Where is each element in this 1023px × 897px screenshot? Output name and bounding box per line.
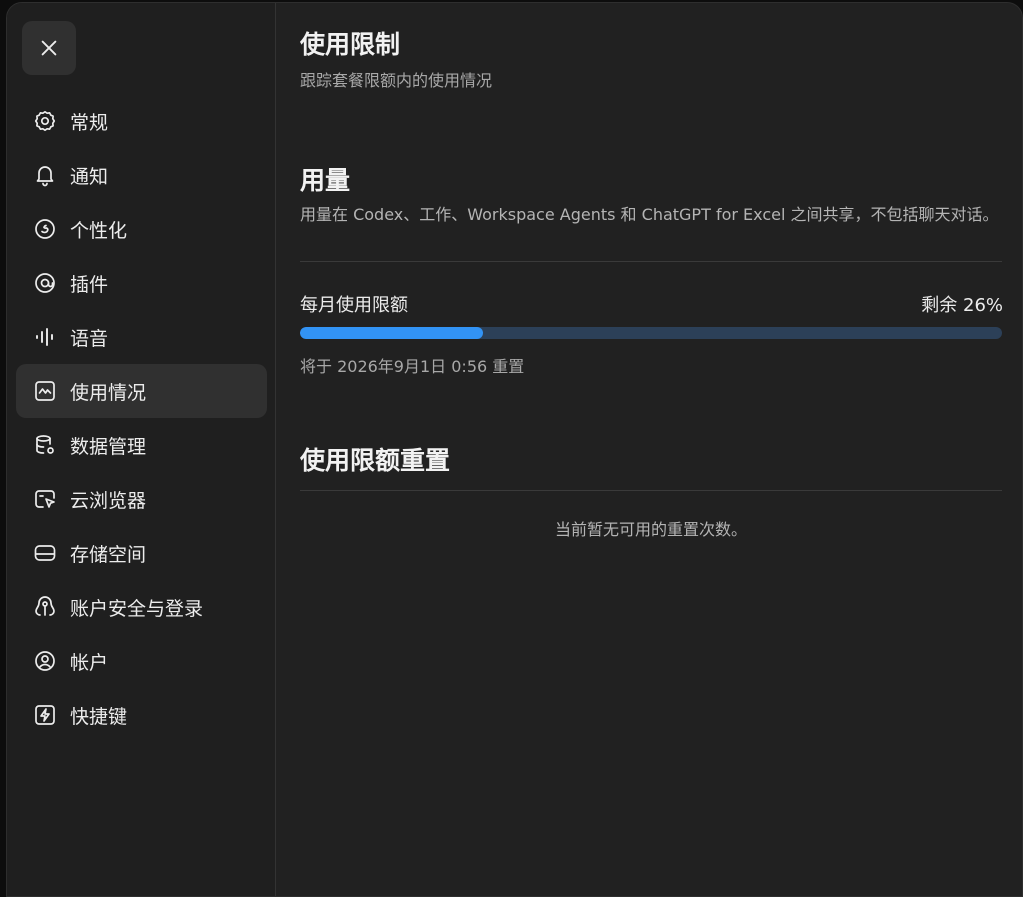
sidebar-item-label: 个性化 (70, 219, 128, 242)
close-icon (41, 40, 57, 56)
personalize-icon (32, 216, 58, 242)
sidebar-item-shortcuts[interactable]: 快捷键 (16, 688, 267, 742)
sidebar-item-label: 云浏览器 (70, 489, 147, 512)
settings-sidebar: 常规 通知 个性化 插件 语音 使用情况 数据管理 云浏览器 存储空间 账户安全… (7, 3, 276, 896)
cloud-browser-icon (32, 486, 58, 512)
gear-icon (32, 108, 58, 134)
plugin-icon (32, 270, 58, 296)
sidebar-item-security[interactable]: 账户安全与登录 (16, 580, 267, 634)
sidebar-item-storage[interactable]: 存储空间 (16, 526, 267, 580)
remaining-percent: 剩余 26% (921, 295, 1003, 316)
sidebar-item-plugins[interactable]: 插件 (16, 256, 267, 310)
account-circle-icon (32, 648, 58, 674)
sidebar-item-label: 语音 (70, 327, 109, 350)
shortcut-bolt-icon (32, 702, 58, 728)
sidebar-item-label: 存储空间 (70, 543, 147, 566)
usage-section-title: 用量 (300, 166, 351, 195)
sidebar-item-label: 账户安全与登录 (70, 597, 204, 620)
page-title: 使用限制 (300, 30, 401, 59)
settings-nav: 常规 通知 个性化 插件 语音 使用情况 数据管理 云浏览器 存储空间 账户安全… (16, 94, 267, 742)
usage-progress-fill (300, 327, 483, 339)
database-gear-icon (32, 432, 58, 458)
reset-section-title: 使用限额重置 (300, 446, 451, 475)
sidebar-item-label: 通知 (70, 165, 109, 188)
divider (300, 261, 1002, 262)
sidebar-item-label: 使用情况 (70, 381, 147, 404)
sidebar-item-usage[interactable]: 使用情况 (16, 364, 267, 418)
settings-content: 使用限制 跟踪套餐限额内的使用情况 用量 用量在 Codex、工作、Worksp… (277, 3, 1022, 896)
sidebar-item-label: 帐户 (70, 651, 109, 674)
sidebar-item-label: 插件 (70, 273, 109, 296)
page-subtitle: 跟踪套餐限额内的使用情况 (300, 71, 493, 90)
bell-icon (32, 162, 58, 188)
sidebar-item-voice[interactable]: 语音 (16, 310, 267, 364)
sidebar-item-cloud-browser[interactable]: 云浏览器 (16, 472, 267, 526)
usage-chart-icon (32, 378, 58, 404)
security-keyhole-icon (32, 594, 58, 620)
sidebar-item-label: 快捷键 (70, 705, 128, 728)
usage-progress-bar (300, 327, 1002, 339)
no-resets-text: 当前暂无可用的重置次数。 (554, 520, 747, 539)
storage-drive-icon (32, 540, 58, 566)
divider (300, 490, 1002, 491)
sidebar-item-label: 常规 (70, 111, 109, 134)
sidebar-item-general[interactable]: 常规 (16, 94, 267, 148)
settings-modal: 常规 通知 个性化 插件 语音 使用情况 数据管理 云浏览器 存储空间 账户安全… (6, 2, 1023, 897)
sidebar-item-account[interactable]: 帐户 (16, 634, 267, 688)
close-button[interactable] (22, 21, 76, 75)
reset-time-text: 将于 2026年9月1日 0:56 重置 (300, 357, 525, 376)
sidebar-item-personalization[interactable]: 个性化 (16, 202, 267, 256)
usage-description: 用量在 Codex、工作、Workspace Agents 和 ChatGPT … (300, 205, 999, 224)
sidebar-item-label: 数据管理 (70, 435, 147, 458)
voice-wave-icon (32, 324, 58, 350)
monthly-limit-label: 每月使用限额 (300, 295, 408, 316)
sidebar-item-data-management[interactable]: 数据管理 (16, 418, 267, 472)
sidebar-item-notifications[interactable]: 通知 (16, 148, 267, 202)
